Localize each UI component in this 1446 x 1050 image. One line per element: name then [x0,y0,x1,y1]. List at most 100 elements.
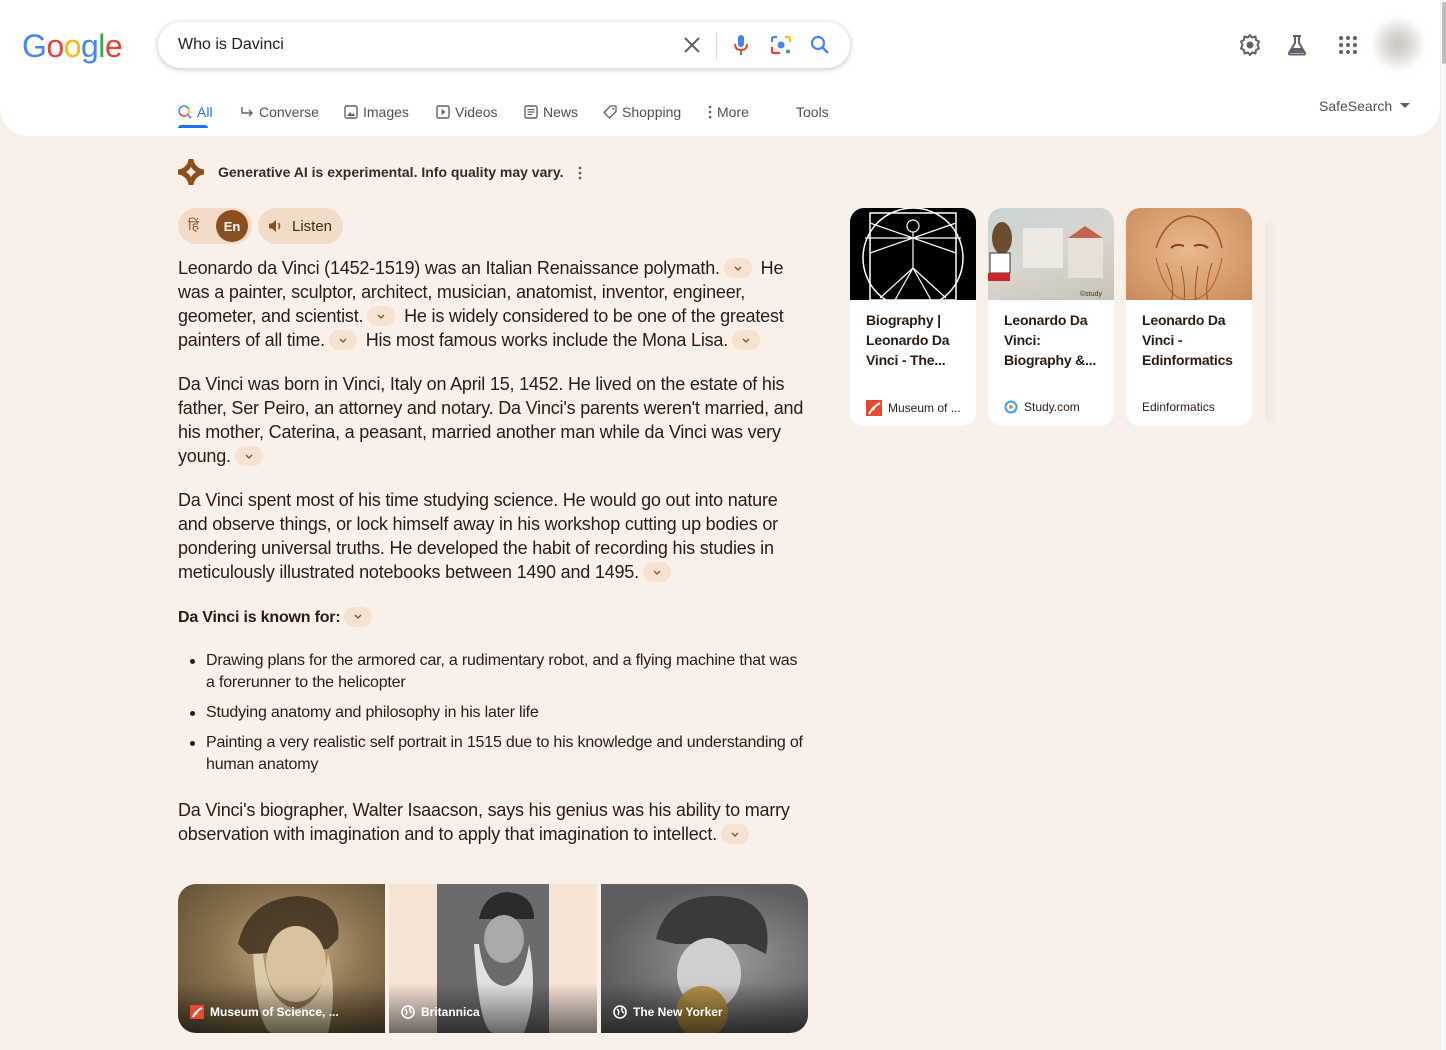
ai-overview-answer: Leonardo da Vinci (1452-1519) was an Ita… [178,256,810,866]
source-card[interactable]: ©study Leonardo Da Vinci: Biography &...… [988,208,1114,426]
search-icon [178,105,192,119]
page-scrollbar[interactable] [1440,0,1446,1050]
expand-citation-button[interactable] [328,330,357,351]
study-com-video-image: ©study [988,222,1103,298]
scrollbar-thumb[interactable] [1442,2,1446,64]
known-for-label: Da Vinci is known for: [178,609,341,626]
apps-icon[interactable] [1335,32,1361,58]
study-com-icon [1004,400,1018,414]
tab-more[interactable]: More [708,96,749,128]
expand-citation-button[interactable] [367,306,396,327]
tab-news[interactable]: News [524,96,578,128]
image-source-name: Museum of Science, ... [210,1005,339,1019]
expand-citation-button[interactable] [732,330,761,351]
answer-sentence: Da Vinci's biographer, Walter Isaacson, … [178,800,790,844]
language-hindi-button[interactable]: हिं [188,216,199,235]
more-options-icon[interactable] [574,164,586,182]
chevron-down-icon [339,338,347,343]
tab-tools[interactable]: Tools [796,96,829,128]
image-result[interactable]: Museum of Science, ... [178,884,385,1033]
card-thumbnail [1126,208,1252,300]
expand-citation-button[interactable] [344,606,373,627]
clear-icon[interactable] [680,33,704,57]
search-header: Google Who is Davinci All Converse Image… [0,0,1440,136]
settings-icon[interactable] [1237,32,1263,58]
tag-icon [603,105,617,119]
image-results-strip: Museum of Science, ... Britannica The Ne… [178,884,808,1033]
search-divider [716,32,717,60]
video-icon [436,105,450,119]
more-vertical-icon [708,105,712,119]
tab-label: Converse [259,104,319,120]
converse-arrow-icon [241,107,253,117]
safesearch-dropdown[interactable]: SafeSearch [1319,96,1411,116]
google-lens-icon[interactable] [769,33,793,57]
expand-citation-button[interactable] [720,824,749,845]
list-item: Drawing plans for the armored car, a rud… [188,650,810,694]
image-source-label: Britannica [401,1005,480,1019]
microphone-icon[interactable] [729,33,753,57]
source-card[interactable]: Biography | Leonardo Da Vinci - The... M… [850,208,976,426]
answer-paragraph: Da Vinci spent most of his time studying… [178,488,810,584]
tab-label: Images [363,104,409,120]
chevron-down-icon [734,266,742,271]
language-toggle: हिं En [178,208,252,244]
labs-icon[interactable] [1284,32,1310,58]
listen-label: Listen [292,217,333,235]
logo-letter: o [46,28,64,64]
card-source: Study.com [1004,400,1080,414]
tab-converse[interactable]: Converse [240,96,319,128]
answer-sentence: Leonardo da Vinci (1452-1519) was an Ita… [178,258,720,278]
language-english-button[interactable]: En [216,210,248,242]
self-portrait-sketch-image [1155,215,1223,300]
expand-citation-button[interactable] [642,562,671,583]
tab-label: News [543,104,579,120]
source-card[interactable]: Leonardo Da Vinci - Edinformatics Edinfo… [1126,208,1252,426]
image-icon [344,105,358,119]
chevron-down-icon [354,614,362,620]
card-title: Biography | Leonardo Da Vinci - The... [866,312,950,368]
chevron-down-icon [653,570,661,575]
chevron-down-icon [377,314,385,319]
card-title: Leonardo Da Vinci - Edinformatics [1142,312,1233,368]
logo-letter: l [98,28,105,64]
image-result[interactable]: The New Yorker [601,884,808,1033]
list-item: Studying anatomy and philosophy in his l… [188,702,810,724]
answer-paragraph: Da Vinci's biographer, Walter Isaacson, … [178,798,810,846]
image-source-label: The New Yorker [613,1005,723,1019]
tab-label: Videos [455,104,498,120]
next-source-card-partial[interactable] [1265,220,1277,426]
answer-sentence: His most famous works include the Mona L… [365,330,729,350]
chevron-down-icon [742,338,750,343]
card-title: Leonardo Da Vinci: Biography &... [1004,312,1097,368]
known-for-list: Drawing plans for the armored car, a rud… [188,650,810,776]
avatar[interactable] [1372,18,1424,70]
expand-citation-button[interactable] [234,446,263,467]
image-result[interactable]: Britannica [389,884,597,1033]
google-logo[interactable]: Google [22,28,123,65]
search-input[interactable] [178,22,658,68]
museum-of-science-icon [866,400,882,416]
museum-of-science-icon [190,1005,204,1019]
card-thumbnail [850,208,976,300]
search-icon[interactable] [808,33,832,57]
expand-citation-button[interactable] [723,258,752,279]
tab-all[interactable]: All [178,96,213,128]
svg-text:©study: ©study [1080,290,1102,298]
ai-disclaimer: Generative AI is experimental. Info qual… [218,164,564,180]
tab-videos[interactable]: Videos [436,96,498,128]
safesearch-label: SafeSearch [1319,98,1393,114]
logo-letter: o [63,28,82,64]
tab-images[interactable]: Images [344,96,409,128]
answer-paragraph: Da Vinci was born in Vinci, Italy on Apr… [178,372,810,468]
tab-label: All [197,104,213,120]
active-tab-indicator [178,125,208,128]
card-source: Museum of ... [866,400,961,416]
tab-shopping[interactable]: Shopping [603,96,681,128]
globe-icon [613,1005,627,1019]
known-for-heading: Da Vinci is known for: [178,606,810,630]
card-source: Edinformatics [1142,400,1215,414]
listen-button[interactable]: Listen [258,208,343,244]
card-source-name: Study.com [1024,400,1080,414]
card-thumbnail: ©study [988,208,1114,300]
